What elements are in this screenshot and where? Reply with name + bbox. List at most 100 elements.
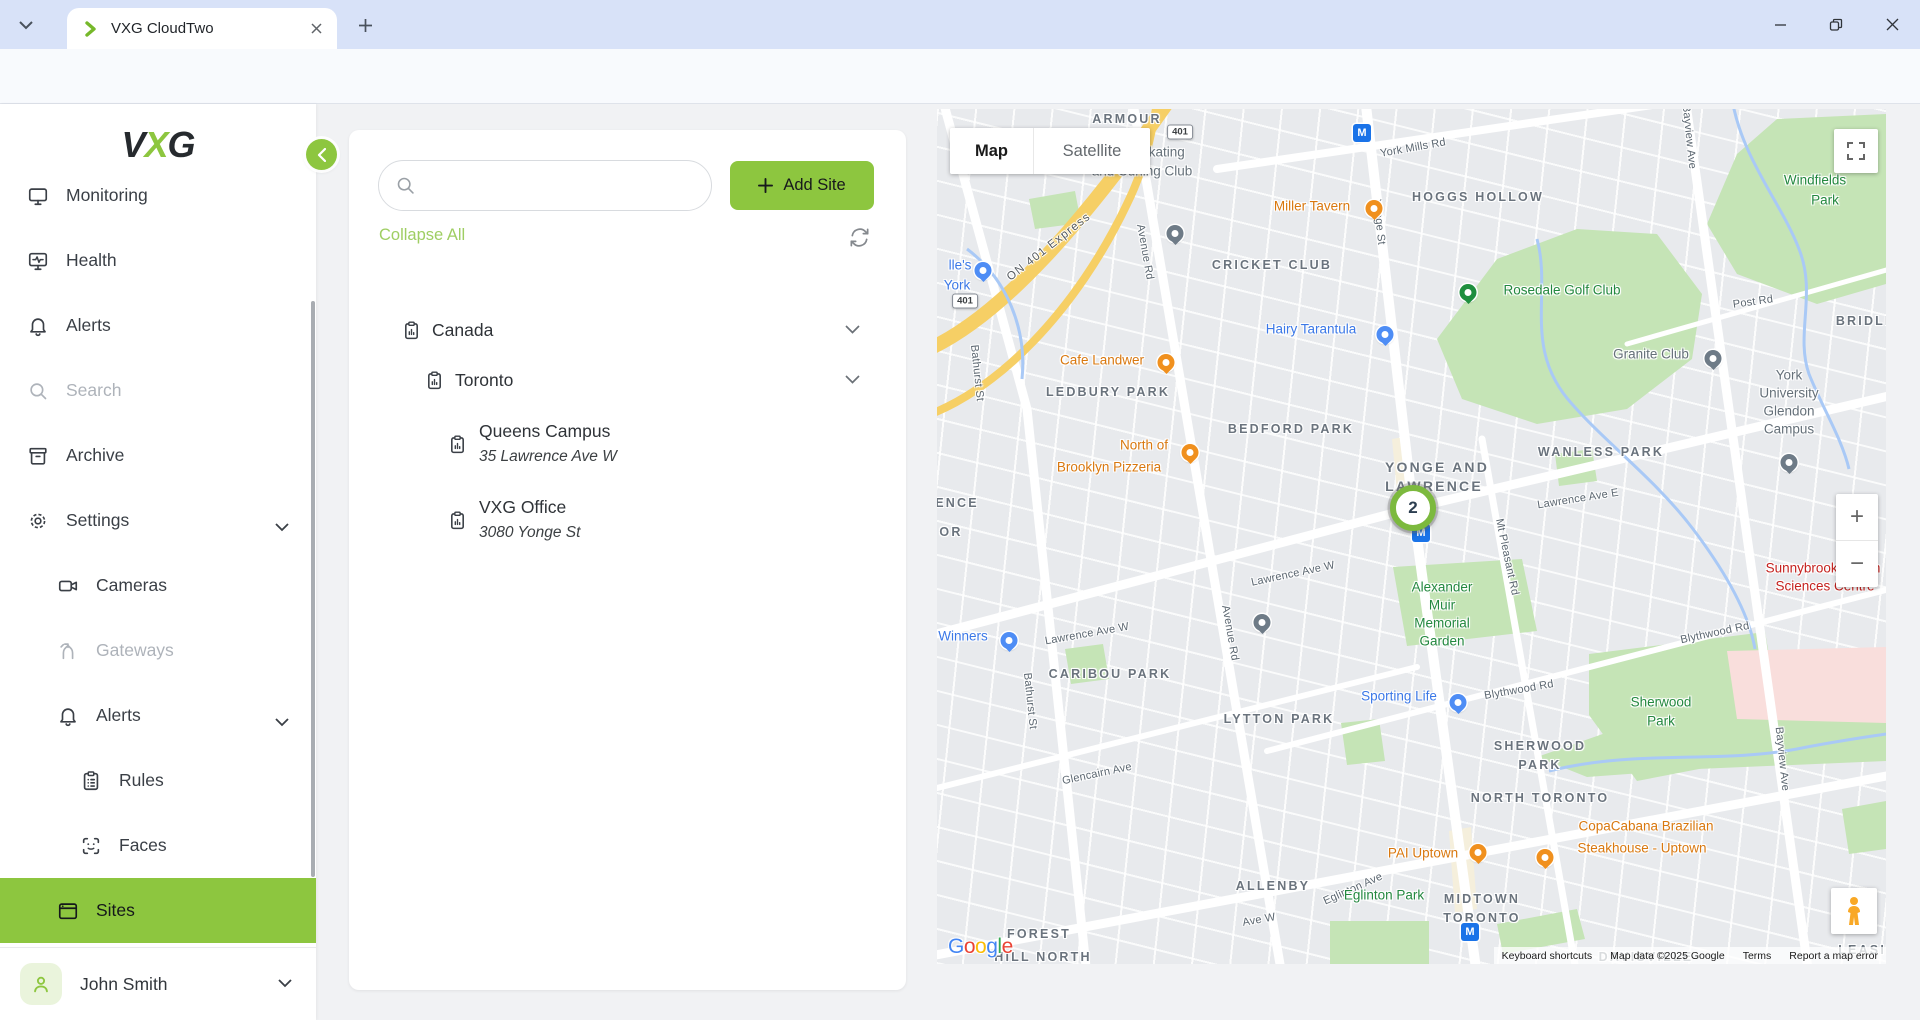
shop-poi-pin-icon[interactable]	[975, 262, 992, 279]
add-site-button[interactable]: Add Site	[730, 161, 874, 210]
sidebar-item-label: Gateways	[96, 640, 174, 661]
map-canvas[interactable]: ARMOURHOGGS HOLLOWCRICKET CLUBLEDBURY PA…	[937, 109, 1886, 964]
site-icon	[447, 434, 468, 455]
vxg-logo: VXG	[121, 124, 194, 166]
site-name: Queens Campus	[479, 418, 617, 444]
tree-node-site[interactable]: VXG Office 3080 Yonge St	[349, 489, 906, 551]
chevron-down-icon[interactable]	[845, 371, 860, 389]
sites-panel: Add Site Collapse All Canada Toronto	[349, 130, 906, 990]
tab-title: VXG CloudTwo	[111, 20, 307, 37]
sidebar-item-label: Search	[66, 380, 121, 401]
sidebar-item-sites[interactable]: Sites	[0, 878, 316, 943]
tree-node-city[interactable]: Toronto	[349, 358, 906, 402]
refresh-icon[interactable]	[846, 224, 872, 250]
sidebar-item-label: Sites	[96, 900, 135, 921]
rules-icon	[80, 770, 102, 792]
sidebar-item-archive[interactable]: Archive	[0, 423, 316, 488]
school-poi-pin-icon[interactable]	[1781, 454, 1798, 471]
attribution-item[interactable]: Terms	[1743, 950, 1772, 962]
sidebar-collapse-button[interactable]	[306, 139, 337, 170]
site-search-box[interactable]	[378, 160, 712, 211]
food-poi-pin-icon[interactable]	[1182, 444, 1199, 461]
user-menu[interactable]: John Smith	[0, 947, 316, 1020]
sidebar-item-gateways[interactable]: Gateways	[0, 618, 316, 683]
zoom-out-button[interactable]: −	[1836, 541, 1878, 587]
map-view-button[interactable]: Map	[950, 128, 1034, 174]
food-poi-pin-icon[interactable]	[1366, 200, 1383, 217]
civic-poi-pin-icon[interactable]	[1167, 225, 1184, 242]
user-name: John Smith	[80, 974, 278, 995]
sidebar-nav: Monitoring Health Alerts Search Archive Setti…	[0, 185, 316, 948]
search-icon	[395, 175, 416, 196]
tree-node-site[interactable]: Queens Campus 35 Lawrence Ave W	[349, 413, 906, 475]
sidebar-item-alerts[interactable]: Alerts	[0, 683, 316, 748]
browser-tab-strip: VXG CloudTwo	[0, 0, 1920, 49]
sidebar-item-label: Settings	[66, 510, 129, 531]
satellite-view-button[interactable]: Satellite	[1034, 128, 1150, 174]
pegman-streetview-icon[interactable]	[1831, 888, 1877, 934]
subway-station-icon[interactable]: M	[1461, 923, 1479, 941]
sidebar-scrollbar[interactable]	[311, 301, 315, 877]
highway-401-shield: 401	[952, 294, 978, 309]
sidebar-item-label: Monitoring	[66, 185, 148, 206]
sidebar-item-label: Faces	[119, 835, 167, 856]
sidebar-item-rules[interactable]: Rules	[0, 748, 316, 813]
camera-icon	[57, 575, 79, 597]
gear-icon	[27, 510, 49, 532]
food-poi-pin-icon[interactable]	[1537, 849, 1554, 866]
sidebar-item-label: Health	[66, 250, 117, 271]
window-close-button[interactable]	[1864, 0, 1920, 49]
map-type-toggle: Map Satellite	[950, 128, 1150, 174]
sidebar-item-faces[interactable]: Faces	[0, 813, 316, 878]
user-avatar-icon	[20, 963, 62, 1005]
browser-tab[interactable]: VXG CloudTwo	[67, 8, 337, 49]
chevron-down-icon[interactable]	[845, 321, 860, 339]
shop-poi-pin-icon[interactable]	[1377, 326, 1394, 343]
sidebar-item-cameras[interactable]: Cameras	[0, 553, 316, 618]
site-search-input[interactable]	[428, 177, 695, 195]
sidebar-item-monitoring[interactable]: Monitoring	[0, 185, 316, 228]
golf-poi-pin-icon[interactable]	[1460, 284, 1477, 301]
subway-station-icon[interactable]: M	[1353, 124, 1371, 142]
chevron-down-icon	[278, 975, 292, 993]
sidebar-item-label: Rules	[119, 770, 164, 791]
vxg-favicon-icon	[83, 21, 99, 37]
tab-search-icon[interactable]	[14, 13, 38, 37]
attribution-item[interactable]: Report a map error	[1789, 950, 1878, 962]
attribution-item[interactable]: Keyboard shortcuts	[1502, 950, 1592, 962]
sites-icon	[57, 900, 79, 922]
site-address: 3080 Yonge St	[479, 520, 580, 546]
google-logo: Google	[948, 935, 1013, 959]
food-poi-pin-icon[interactable]	[1470, 844, 1487, 861]
sidebar-item-alerts[interactable]: Alerts	[0, 293, 316, 358]
food-poi-pin-icon[interactable]	[1158, 354, 1175, 371]
sidebar-item-label: Archive	[66, 445, 124, 466]
highway-401-shield: 401	[1167, 125, 1193, 140]
new-tab-button[interactable]	[352, 12, 378, 38]
sidebar-item-settings[interactable]: Settings	[0, 488, 316, 553]
site-cluster-marker[interactable]: 2	[1390, 485, 1436, 531]
school-poi-pin-icon[interactable]	[1254, 614, 1271, 631]
bell-icon	[57, 705, 79, 727]
logo-area: VXG	[0, 104, 316, 185]
sidebar-item-label: Cameras	[96, 575, 167, 596]
sidebar-item-search[interactable]: Search	[0, 358, 316, 423]
bell-icon	[27, 315, 49, 337]
shop-poi-pin-icon[interactable]	[1001, 632, 1018, 649]
fullscreen-button[interactable]	[1834, 129, 1878, 173]
civic-poi-pin-icon[interactable]	[1705, 350, 1722, 367]
shop-poi-pin-icon[interactable]	[1450, 694, 1467, 711]
sidebar-item-health[interactable]: Health	[0, 228, 316, 293]
tree-node-country[interactable]: Canada	[349, 308, 906, 352]
sidebar-item-label: Alerts	[66, 315, 111, 336]
collapse-all-link[interactable]: Collapse All	[379, 226, 465, 245]
tab-close-icon[interactable]	[307, 20, 325, 38]
zoom-in-button[interactable]: +	[1836, 494, 1878, 541]
site-icon	[447, 510, 468, 531]
window-minimize-button[interactable]	[1752, 0, 1808, 49]
monitoring-icon	[27, 185, 49, 207]
window-restore-button[interactable]	[1808, 0, 1864, 49]
faces-icon	[80, 835, 102, 857]
site-group-icon	[424, 370, 445, 391]
search-icon	[27, 380, 49, 402]
